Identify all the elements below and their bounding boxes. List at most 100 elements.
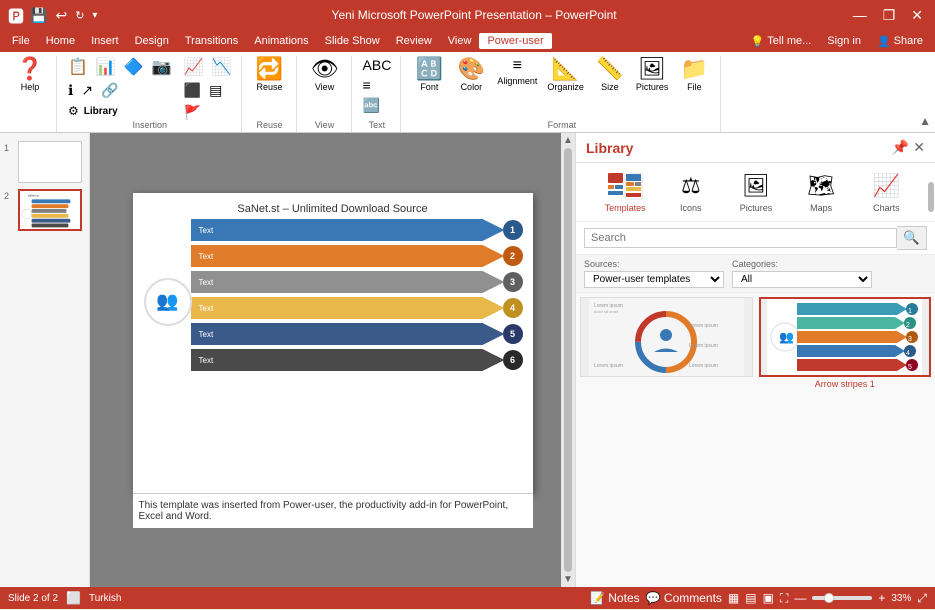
svg-text:dolor sit amet: dolor sit amet xyxy=(594,309,619,314)
pictures-btn[interactable]: 🖼 Pictures xyxy=(632,56,673,94)
abc-icon[interactable]: ABC xyxy=(360,56,395,74)
color-btn[interactable]: 🎨 Color xyxy=(451,56,491,94)
template-thumb-2[interactable]: 👥 1 2 3 4 5 xyxy=(759,297,932,377)
lib-cat-maps[interactable]: 🗺 Maps xyxy=(801,171,841,213)
categories-select[interactable]: All Business xyxy=(732,271,872,288)
slide-preview-2[interactable]: SaNet.st xyxy=(18,189,82,231)
title-bar: 🅿 💾 ↩ ↻ ▾ Yeni Microsoft PowerPoint Pres… xyxy=(0,0,935,30)
template-thumb-1[interactable]: Lorem ipsum dolor sit amet Lorem ipsum xyxy=(580,297,753,377)
canvas-scrollbar[interactable]: ▲ ▼ xyxy=(561,133,575,587)
lib-cat-icons[interactable]: ⚖ Icons xyxy=(671,171,711,213)
insertion-icon-4[interactable]: 📷 xyxy=(149,56,175,78)
insertion-icon-6[interactable]: ↗ xyxy=(78,81,96,100)
notes-btn[interactable]: 📝 Notes xyxy=(590,591,640,605)
save-btn[interactable]: 💾 xyxy=(28,7,49,24)
sign-in-btn[interactable]: Sign in xyxy=(819,33,869,49)
template-item-2[interactable]: 👥 1 2 3 4 5 xyxy=(759,297,932,389)
menu-file[interactable]: File xyxy=(4,33,38,49)
sources-select[interactable]: Power-user templates My templates xyxy=(584,271,724,288)
menu-poweruser[interactable]: Power-user xyxy=(479,33,551,49)
notes-area: This template was inserted from Power-us… xyxy=(133,493,533,528)
lib-cat-templates[interactable]: Templates xyxy=(605,171,646,213)
lib-cat-pictures[interactable]: 🖼 Pictures xyxy=(736,171,776,213)
file-ribbon-btn[interactable]: 📁 File xyxy=(674,56,714,94)
slide-thumb-2[interactable]: 2 SaNet.st xyxy=(4,189,85,231)
insertion-icon-7[interactable]: 🔗 xyxy=(98,81,121,100)
svg-text:4: 4 xyxy=(906,350,910,357)
charts-icon: 📈 xyxy=(866,171,906,201)
redo-btn[interactable]: ↻ xyxy=(73,9,86,22)
template-item-1[interactable]: Lorem ipsum dolor sit amet Lorem ipsum xyxy=(580,297,753,389)
insertion-icon-1[interactable]: 📋 xyxy=(65,56,91,78)
close-btn[interactable]: ✕ xyxy=(907,7,927,24)
insertion-icon-5[interactable]: ℹ xyxy=(65,81,76,100)
insertion-icon-8[interactable]: ⚙ xyxy=(65,103,82,119)
menu-slideshow[interactable]: Slide Show xyxy=(317,33,388,49)
font-btn[interactable]: 🔠 Font xyxy=(409,56,449,94)
menu-transitions[interactable]: Transitions xyxy=(177,33,246,49)
zoom-slider[interactable] xyxy=(812,596,872,600)
library-search-button[interactable]: 🔍 xyxy=(897,226,927,250)
lib-cat-charts[interactable]: 📈 Charts xyxy=(866,171,906,213)
slide-canvas[interactable]: SaNet.st – Unlimited Download Source 👥 T… xyxy=(133,193,533,493)
menu-design[interactable]: Design xyxy=(127,33,177,49)
alignment-btn[interactable]: ≡ Alignment xyxy=(493,56,541,88)
view-normal-btn[interactable]: ▦ xyxy=(728,591,739,605)
ins-shape2[interactable]: ▤ xyxy=(206,81,225,100)
ins-shape1[interactable]: ⬛ xyxy=(181,81,204,100)
ins-bar-icon[interactable]: 📉 xyxy=(209,56,235,78)
status-icon-1[interactable]: ⬜ xyxy=(66,591,81,605)
library-pin-btn[interactable]: 📌 xyxy=(892,139,909,156)
library-close-btn[interactable]: ✕ xyxy=(913,139,925,156)
zoom-level: 33% xyxy=(891,593,911,604)
comments-btn[interactable]: 💬 Comments xyxy=(646,591,722,605)
insertion-icon-2[interactable]: 📊 xyxy=(93,56,119,78)
view-btn[interactable]: 👁 View xyxy=(305,56,345,94)
view-label: View xyxy=(299,120,351,130)
help-btn[interactable]: ❓ Help xyxy=(10,56,50,94)
insertion-icon-3[interactable]: 🔷 xyxy=(121,56,147,78)
svg-text:Lorem ipsum: Lorem ipsum xyxy=(594,363,623,369)
text-icon3[interactable]: 🔤 xyxy=(360,96,395,115)
tell-me-btn[interactable]: 💡Tell me... xyxy=(743,33,820,50)
fit-btn[interactable]: ⤢ xyxy=(917,591,927,606)
ribbon-group-view: 👁 View View xyxy=(299,56,352,132)
template-grid: Lorem ipsum dolor sit amet Lorem ipsum xyxy=(580,297,931,389)
library-scrollbar[interactable] xyxy=(927,180,935,588)
menu-animations[interactable]: Animations xyxy=(246,33,316,49)
format-label: Format xyxy=(403,120,720,130)
menu-review[interactable]: Review xyxy=(388,33,440,49)
svg-text:Lorem ipsum: Lorem ipsum xyxy=(689,363,718,369)
slideshow-btn[interactable]: ⛶ xyxy=(780,591,788,606)
library-search-input[interactable] xyxy=(584,228,897,248)
view-reading-btn[interactable]: ▣ xyxy=(763,591,774,605)
zoom-out-btn[interactable]: — xyxy=(794,591,806,605)
slide-preview-1[interactable] xyxy=(18,141,82,183)
slide-thumb-1[interactable]: 1 xyxy=(4,141,85,183)
cat-label-pictures: Pictures xyxy=(740,203,773,213)
ribbon-collapse-btn[interactable]: ▲ xyxy=(919,114,931,128)
slide-num-2: 2 xyxy=(4,191,14,201)
menu-insert[interactable]: Insert xyxy=(83,33,127,49)
menu-view[interactable]: View xyxy=(440,33,480,49)
diagram-arrows: Text 1 Text 2 Text xyxy=(191,219,523,372)
cat-label-templates: Templates xyxy=(605,203,646,213)
minimize-btn[interactable]: — xyxy=(849,7,871,23)
undo-btn[interactable]: ↩ xyxy=(53,7,69,24)
language-label[interactable]: Turkish xyxy=(89,593,121,604)
reuse-btn[interactable]: 🔁 Reuse xyxy=(250,56,290,94)
help-buttons: ❓ Help xyxy=(10,56,50,132)
view-slide-btn[interactable]: ▤ xyxy=(745,591,756,605)
share-btn[interactable]: 👤Share xyxy=(869,33,931,50)
customize-qat-btn[interactable]: ▾ xyxy=(90,10,99,21)
ins-chart-icon[interactable]: 📈 xyxy=(181,56,207,78)
zoom-in-btn[interactable]: + xyxy=(878,591,885,605)
organize-btn[interactable]: 📐 Organize xyxy=(543,56,588,94)
menu-home[interactable]: Home xyxy=(38,33,83,49)
categories-label: Categories: xyxy=(732,259,872,269)
size-btn[interactable]: 📏 Size xyxy=(590,56,630,94)
ribbon-group-insertion: 📋 📊 🔷 📷 ℹ ↗ 🔗 ⚙ Library xyxy=(59,56,242,132)
restore-btn[interactable]: ❐ xyxy=(879,7,900,24)
text-icon2[interactable]: ≡ xyxy=(360,76,395,94)
svg-text:1: 1 xyxy=(908,308,912,315)
